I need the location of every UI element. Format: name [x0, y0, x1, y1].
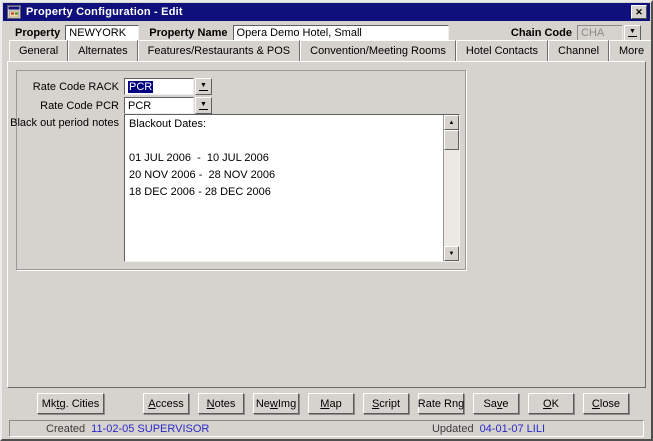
blackout-notes-text[interactable]: Blackout Dates: 01 JUL 2006 - 10 JUL 200… [125, 115, 443, 261]
window-form-icon [7, 5, 21, 19]
tab-hotel-contacts[interactable]: Hotel Contacts [456, 40, 548, 61]
property-label: Property [15, 27, 60, 39]
ok-button[interactable]: OK [528, 393, 574, 414]
rate-rng-button[interactable]: Rate Rng [418, 393, 464, 414]
rate-code-rack-input[interactable]: PCR [124, 78, 194, 95]
rate-code-pcr-label: Rate Code PCR [40, 100, 119, 112]
tab-general[interactable]: General [9, 40, 68, 61]
rate-code-rack-combo: PCR ▼ [124, 78, 212, 95]
rate-code-rack-dropdown-button[interactable]: ▼ [195, 78, 212, 95]
rate-code-rack-label: Rate Code RACK [33, 81, 119, 93]
blackout-notes-field[interactable]: Blackout Dates: 01 JUL 2006 - 10 JUL 200… [124, 114, 460, 262]
notes-button[interactable]: Notes [198, 393, 244, 414]
footer-button-row: Access Notes New Img Map Script Rate Rng… [143, 393, 629, 414]
fit-contracts-tab-page: Rate Code RACK PCR ▼ Rate Code PCR PCR ▼… [7, 61, 646, 388]
titlebar[interactable]: Property Configuration - Edit ✕ [3, 3, 650, 21]
access-button[interactable]: Access [143, 393, 189, 414]
dropdown-arrow-icon: ▼ [199, 102, 208, 110]
scroll-up-icon: ▲ [449, 120, 455, 126]
chain-code-label: Chain Code [511, 27, 572, 39]
tab-features-restaurants-pos[interactable]: Features/Restaurants & POS [138, 40, 300, 61]
rate-code-rack-selected-text: PCR [128, 81, 153, 93]
property-configuration-window: Property Configuration - Edit ✕ Property… [0, 0, 653, 441]
tab-convention-meeting-rooms[interactable]: Convention/Meeting Rooms [300, 40, 456, 61]
tab-bar: General Alternates Features/Restaurants … [9, 39, 653, 62]
save-button[interactable]: Save [473, 393, 519, 414]
mktg-cities-button[interactable]: Mktg. Cities [37, 393, 104, 414]
notes-vertical-scrollbar[interactable]: ▲ ▼ [443, 115, 459, 261]
created-label: Created [46, 423, 85, 435]
scrollbar-thumb[interactable] [444, 130, 459, 150]
tab-alternates[interactable]: Alternates [68, 40, 138, 61]
property-name-label: Property Name [149, 27, 227, 39]
rate-code-pcr-input[interactable]: PCR [124, 97, 194, 114]
map-button[interactable]: Map [308, 393, 354, 414]
blackout-notes-label: Black out period notes [10, 117, 119, 129]
dropdown-arrow-icon: ▼ [199, 83, 208, 91]
close-button-footer[interactable]: Close [583, 393, 629, 414]
status-bar: Created 11-02-05 SUPERVISOR Updated 04-0… [9, 420, 644, 437]
updated-status: Updated 04-01-07 LILI [432, 423, 545, 435]
created-value: 11-02-05 SUPERVISOR [91, 423, 209, 435]
script-button[interactable]: Script [363, 393, 409, 414]
updated-value: 04-01-07 LILI [480, 423, 545, 435]
scroll-up-button[interactable]: ▲ [444, 115, 459, 130]
updated-label: Updated [432, 423, 474, 435]
close-button[interactable]: ✕ [631, 5, 647, 19]
tab-more[interactable]: More [609, 40, 653, 61]
tab-channel[interactable]: Channel [548, 40, 609, 61]
fit-contracts-groupbox: Rate Code RACK PCR ▼ Rate Code PCR PCR ▼… [16, 70, 466, 270]
rate-code-pcr-dropdown-button[interactable]: ▼ [195, 97, 212, 114]
dropdown-arrow-icon: ▼ [628, 29, 637, 37]
window-title: Property Configuration - Edit [26, 6, 183, 18]
scroll-down-button[interactable]: ▼ [444, 246, 459, 261]
new-img-button[interactable]: New Img [253, 393, 299, 414]
rate-code-pcr-combo: PCR ▼ [124, 97, 212, 114]
scroll-down-icon: ▼ [449, 251, 455, 257]
created-status: Created 11-02-05 SUPERVISOR [46, 423, 209, 435]
